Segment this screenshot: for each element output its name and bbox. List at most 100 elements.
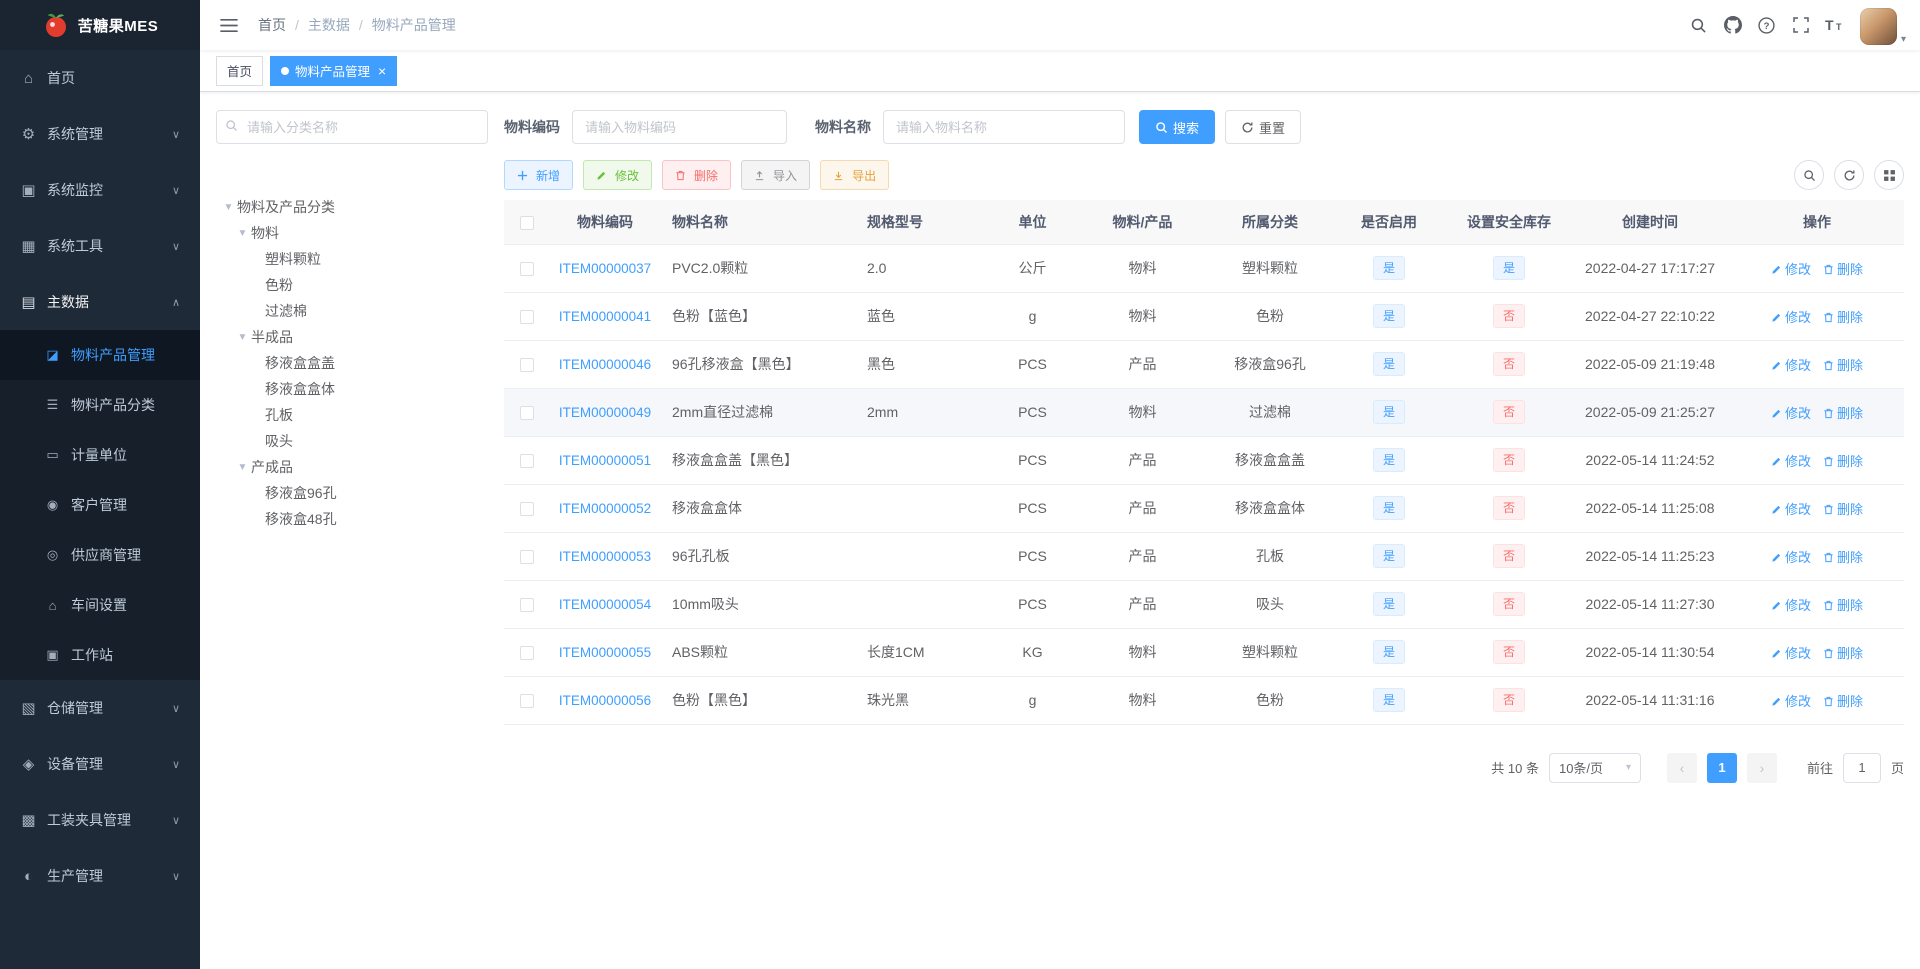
row-checkbox[interactable]	[520, 358, 534, 373]
sidebar-item[interactable]: ▤ 主数据 ∧	[0, 274, 200, 330]
row-delete-link[interactable]: 删除	[1823, 694, 1863, 709]
help-button[interactable]: ?	[1750, 0, 1784, 50]
sidebar-subitem[interactable]: ◉ 客户管理	[0, 480, 200, 530]
row-delete-link[interactable]: 删除	[1823, 550, 1863, 565]
tree-node[interactable]: ▼移液盒48孔	[216, 506, 488, 532]
sidebar-subitem[interactable]: ☰ 物料产品分类	[0, 380, 200, 430]
breadcrumb-item-home[interactable]: 首页	[258, 15, 286, 35]
row-delete-link[interactable]: 删除	[1823, 358, 1863, 373]
header-search-button[interactable]	[1682, 0, 1716, 50]
sidebar-item[interactable]: ⚙ 系统管理 ∨	[0, 106, 200, 162]
row-edit-link[interactable]: 修改	[1771, 550, 1811, 565]
row-delete-link[interactable]: 删除	[1823, 262, 1863, 277]
refresh-table-button[interactable]	[1834, 160, 1864, 190]
prev-page-button[interactable]: ‹	[1666, 752, 1697, 783]
row-edit-link[interactable]: 修改	[1771, 358, 1811, 373]
row-delete-link[interactable]: 删除	[1823, 310, 1863, 325]
row-edit-link[interactable]: 修改	[1771, 406, 1811, 421]
code-filter-input[interactable]	[572, 110, 787, 144]
category-search-input[interactable]	[216, 110, 488, 144]
goto-page-input[interactable]	[1842, 752, 1881, 783]
row-checkbox[interactable]	[520, 262, 534, 277]
caret-down-icon[interactable]: ▼	[234, 332, 251, 343]
sidebar-item[interactable]: ◐ 生产管理 ∨	[0, 848, 200, 904]
row-delete-link[interactable]: 删除	[1823, 646, 1863, 661]
row-checkbox[interactable]	[520, 598, 534, 613]
sidebar-item[interactable]: ▩ 工装夹具管理 ∨	[0, 792, 200, 848]
breadcrumb-item-master-data[interactable]: 主数据	[308, 15, 350, 35]
tree-node[interactable]: ▼孔板	[216, 402, 488, 428]
add-button[interactable]: 新增	[504, 160, 574, 190]
tree-node[interactable]: ▼ 物料及产品分类	[216, 194, 488, 220]
row-delete-link[interactable]: 删除	[1823, 406, 1863, 421]
sidebar-subitem[interactable]: ◎ 供应商管理	[0, 530, 200, 580]
tree-node[interactable]: ▼色粉	[216, 272, 488, 298]
row-delete-link[interactable]: 删除	[1823, 454, 1863, 469]
user-menu[interactable]: ▾	[1859, 0, 1906, 50]
column-settings-button[interactable]	[1874, 160, 1904, 190]
tree-node[interactable]: ▼ 半成品	[216, 324, 488, 350]
tree-node[interactable]: ▼ 产成品	[216, 454, 488, 480]
sidebar-subitem[interactable]: ▭ 计量单位	[0, 430, 200, 480]
row-edit-link[interactable]: 修改	[1771, 646, 1811, 661]
row-checkbox[interactable]	[520, 310, 534, 325]
select-all-checkbox[interactable]	[520, 215, 534, 230]
tree-node[interactable]: ▼ 物料	[216, 220, 488, 246]
tree-node[interactable]: ▼移液盒盒体	[216, 376, 488, 402]
delete-button[interactable]: 删除	[662, 160, 732, 190]
item-code-link[interactable]: ITEM00000055	[559, 645, 651, 660]
item-code-link[interactable]: ITEM00000037	[559, 261, 651, 276]
name-filter-input[interactable]	[883, 110, 1125, 144]
reset-button[interactable]: 重置	[1225, 110, 1302, 144]
page-size-select[interactable]: 10条/页 ▾	[1548, 752, 1641, 783]
row-edit-link[interactable]: 修改	[1771, 262, 1811, 277]
font-size-button[interactable]: TT	[1818, 0, 1852, 50]
toggle-search-button[interactable]	[1794, 160, 1824, 190]
row-delete-link[interactable]: 删除	[1823, 502, 1863, 517]
row-checkbox[interactable]	[520, 454, 534, 469]
caret-down-icon[interactable]: ▼	[234, 462, 251, 473]
tree-node[interactable]: ▼移液盒96孔	[216, 480, 488, 506]
page-1-button[interactable]: 1	[1706, 752, 1737, 783]
tree-node[interactable]: ▼移液盒盒盖	[216, 350, 488, 376]
edit-button[interactable]: 修改	[583, 160, 653, 190]
item-code-link[interactable]: ITEM00000052	[559, 501, 651, 516]
row-edit-link[interactable]: 修改	[1771, 694, 1811, 709]
sidebar-subitem[interactable]: ⌂ 车间设置	[0, 580, 200, 630]
row-edit-link[interactable]: 修改	[1771, 454, 1811, 469]
row-edit-link[interactable]: 修改	[1771, 310, 1811, 325]
row-edit-link[interactable]: 修改	[1771, 598, 1811, 613]
row-checkbox[interactable]	[520, 694, 534, 709]
row-checkbox[interactable]	[520, 550, 534, 565]
fullscreen-button[interactable]	[1784, 0, 1818, 50]
sidebar-item[interactable]: ▣ 系统监控 ∨	[0, 162, 200, 218]
tab-home[interactable]: 首页	[216, 55, 264, 86]
tree-node[interactable]: ▼过滤棉	[216, 298, 488, 324]
item-code-link[interactable]: ITEM00000041	[559, 309, 651, 324]
sidebar-subitem[interactable]: ◪ 物料产品管理	[0, 330, 200, 380]
tree-node[interactable]: ▼吸头	[216, 428, 488, 454]
sidebar-item[interactable]: ▧ 仓储管理 ∨	[0, 680, 200, 736]
row-checkbox[interactable]	[520, 406, 534, 421]
item-code-link[interactable]: ITEM00000049	[559, 405, 651, 420]
sidebar-item[interactable]: ⌂ 首页	[0, 50, 200, 106]
item-code-link[interactable]: ITEM00000056	[559, 693, 651, 708]
row-delete-link[interactable]: 删除	[1823, 598, 1863, 613]
github-button[interactable]	[1716, 0, 1750, 50]
sidebar-subitem[interactable]: ▣ 工作站	[0, 630, 200, 680]
app-logo[interactable]: 苦糖果MES	[0, 0, 200, 50]
item-code-link[interactable]: ITEM00000053	[559, 549, 651, 564]
caret-down-icon[interactable]: ▼	[220, 202, 237, 213]
item-code-link[interactable]: ITEM00000046	[559, 357, 651, 372]
item-code-link[interactable]: ITEM00000054	[559, 597, 651, 612]
tab-material-product-management[interactable]: 物料产品管理 ×	[270, 55, 398, 86]
import-button[interactable]: 导入	[741, 160, 811, 190]
caret-down-icon[interactable]: ▼	[234, 228, 251, 239]
sidebar-toggle-button[interactable]	[210, 0, 248, 50]
sidebar-item[interactable]: ▦ 系统工具 ∨	[0, 218, 200, 274]
export-button[interactable]: 导出	[820, 160, 890, 190]
sidebar-item[interactable]: ◈ 设备管理 ∨	[0, 736, 200, 792]
next-page-button[interactable]: ›	[1746, 752, 1777, 783]
tree-node[interactable]: ▼塑料颗粒	[216, 246, 488, 272]
row-checkbox[interactable]	[520, 502, 534, 517]
